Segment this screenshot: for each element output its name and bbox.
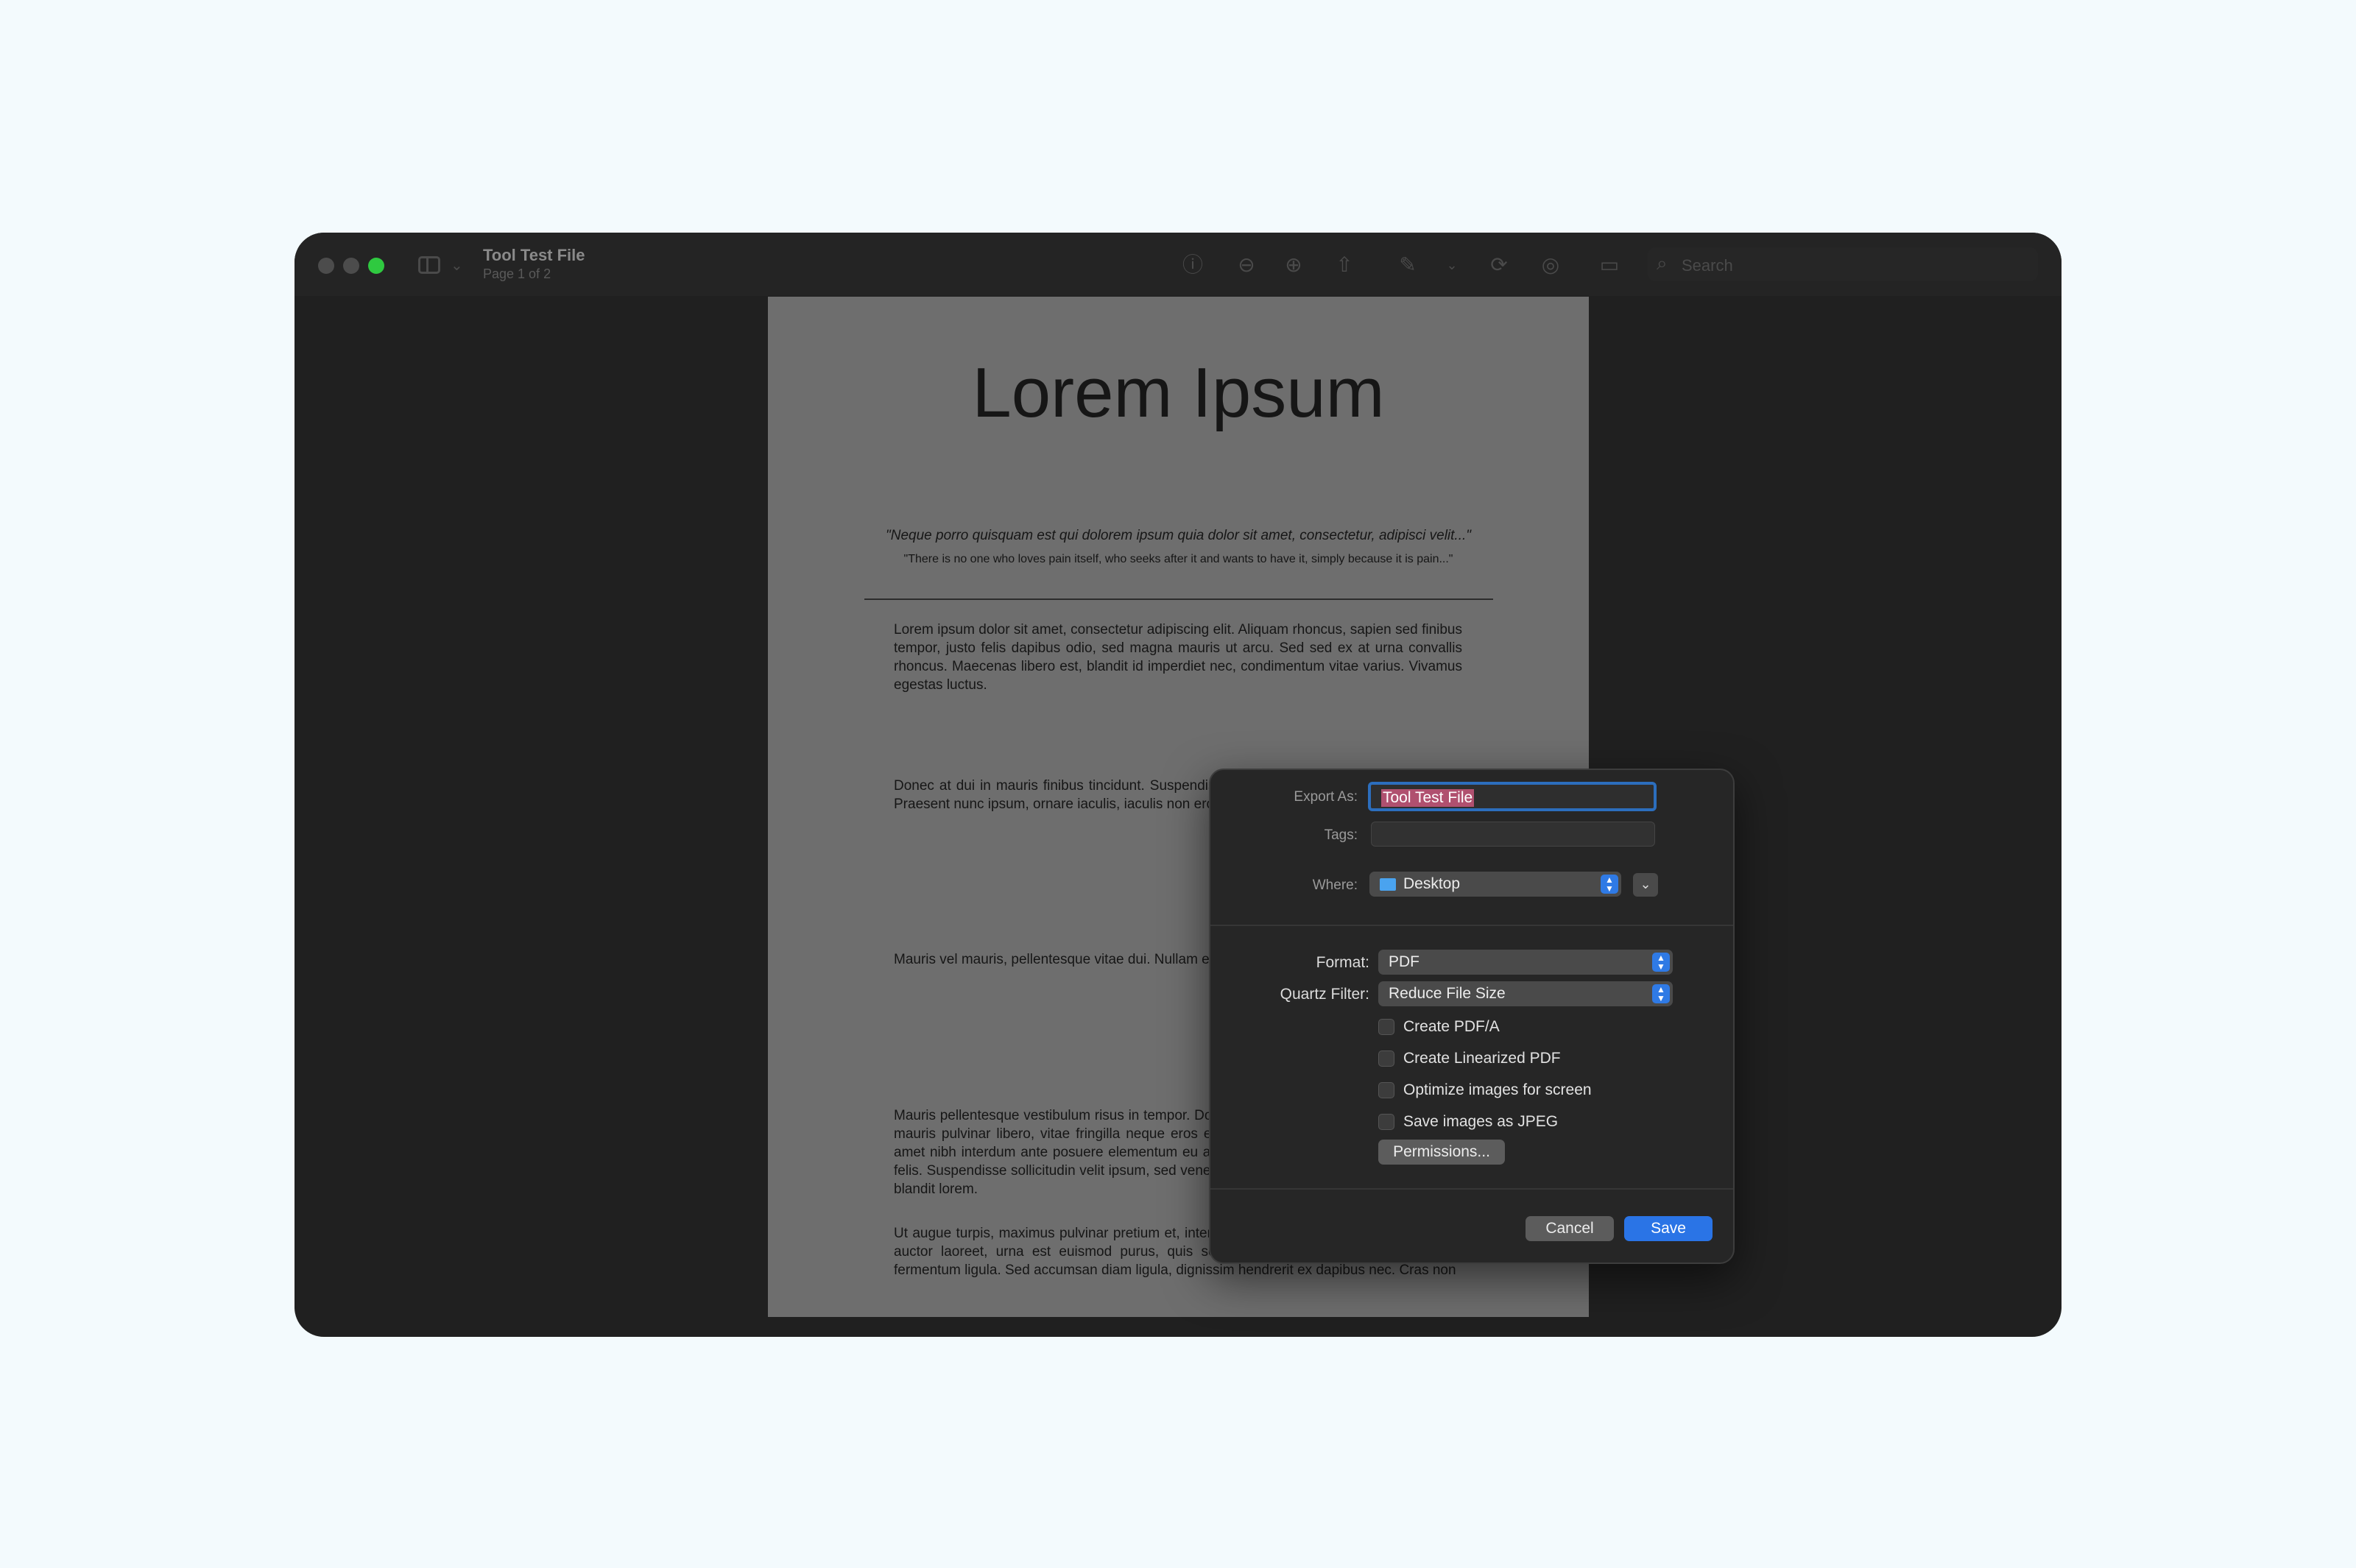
create-pdfa-checkbox[interactable]: [1378, 1019, 1394, 1035]
rotate-icon[interactable]: ⟳: [1486, 252, 1512, 278]
window-title: Tool Test File: [483, 246, 585, 264]
search-icon: ⌕: [1657, 252, 1668, 274]
share-icon[interactable]: ⇧: [1331, 252, 1358, 278]
export-as-input[interactable]: Tool Test File: [1368, 782, 1657, 811]
export-dialog: Export As: Tool Test File Tags: Where: D…: [1209, 769, 1735, 1264]
document-quote: "Neque porro quisquam est qui dolorem ip…: [886, 528, 1471, 543]
dialog-separator: [1210, 925, 1733, 926]
document-paragraph: Lorem ipsum dolor sit amet, consectetur …: [894, 622, 1462, 693]
markup-icon[interactable]: ✎: [1394, 252, 1421, 278]
title-bar: ⌄ Tool Test File Page 1 of 2 ⓘ ⊖ ⊕ ⇧ ✎ ⌄…: [294, 233, 2062, 296]
where-label: Where:: [1312, 877, 1358, 893]
tags-input[interactable]: [1371, 822, 1655, 847]
save-images-jpeg-label: Save images as JPEG: [1403, 1113, 1559, 1130]
search-placeholder: Search: [1682, 256, 1733, 275]
optimize-images-label: Optimize images for screen: [1403, 1081, 1592, 1098]
quartz-filter-label: Quartz Filter:: [1280, 986, 1369, 1003]
maximize-window-button[interactable]: [368, 258, 384, 274]
chevron-down-icon[interactable]: ⌄: [1439, 252, 1465, 278]
quartz-filter-popup[interactable]: Reduce File Size ▲ ▼: [1378, 981, 1673, 1006]
export-as-label: Export As:: [1294, 789, 1358, 805]
save-button[interactable]: Save: [1624, 1216, 1713, 1241]
format-label: Format:: [1316, 954, 1369, 971]
document-divider: [864, 598, 1493, 600]
format-value: PDF: [1389, 953, 1419, 970]
folder-icon: [1380, 878, 1396, 891]
minimize-window-button[interactable]: [343, 258, 359, 274]
up-down-arrows-icon: ▲ ▼: [1652, 953, 1670, 972]
create-linearized-pdf-checkbox[interactable]: [1378, 1050, 1394, 1067]
sidebar-toggle-button[interactable]: ⌄: [418, 253, 465, 278]
format-popup[interactable]: PDF ▲ ▼: [1378, 950, 1673, 975]
cancel-button[interactable]: Cancel: [1526, 1216, 1614, 1241]
document-title: Lorem Ipsum: [972, 353, 1385, 432]
sidebar-icon: [418, 256, 440, 274]
chevron-down-icon: ⌄: [451, 258, 463, 274]
form-icon[interactable]: ▭: [1596, 252, 1623, 278]
close-window-button[interactable]: [318, 258, 334, 274]
expand-dialog-button[interactable]: ⌄: [1633, 873, 1658, 897]
dialog-separator: [1210, 1188, 1733, 1190]
permissions-button[interactable]: Permissions...: [1378, 1140, 1505, 1165]
optimize-images-checkbox[interactable]: [1378, 1082, 1394, 1098]
quartz-filter-value: Reduce File Size: [1389, 985, 1506, 1002]
create-linearized-pdf-label: Create Linearized PDF: [1403, 1050, 1561, 1067]
preview-window: ⌄ Tool Test File Page 1 of 2 ⓘ ⊖ ⊕ ⇧ ✎ ⌄…: [294, 233, 2062, 1337]
document-quote-translation: "There is no one who loves pain itself, …: [903, 553, 1453, 565]
page-indicator: Page 1 of 2: [483, 266, 551, 281]
zoom-out-icon[interactable]: ⊖: [1233, 252, 1260, 278]
zoom-in-icon[interactable]: ⊕: [1280, 252, 1307, 278]
where-popup[interactable]: Desktop ▲ ▼: [1369, 872, 1621, 897]
search-field[interactable]: ⌕ Search: [1648, 247, 2038, 281]
up-down-arrows-icon: ▲ ▼: [1652, 984, 1670, 1003]
save-images-jpeg-checkbox[interactable]: [1378, 1114, 1394, 1130]
tags-label: Tags:: [1324, 827, 1358, 843]
up-down-arrows-icon: ▲ ▼: [1601, 875, 1618, 894]
info-icon[interactable]: ⓘ: [1179, 252, 1206, 278]
where-value: Desktop: [1403, 875, 1461, 892]
export-as-value: Tool Test File: [1381, 789, 1475, 807]
create-pdfa-label: Create PDF/A: [1403, 1018, 1500, 1035]
annotate-icon[interactable]: ◎: [1537, 252, 1564, 278]
